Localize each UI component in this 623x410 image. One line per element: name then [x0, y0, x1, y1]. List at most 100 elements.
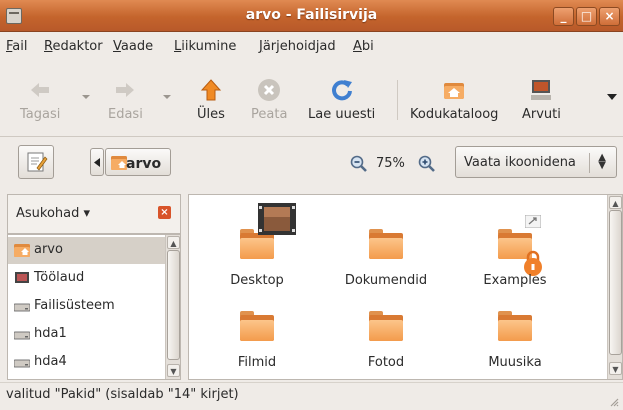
home-button[interactable]: Kodukataloog [410, 78, 498, 122]
close-button[interactable]: × [599, 7, 620, 26]
back-button[interactable]: Tagasi [20, 78, 60, 122]
arrow-up-icon [200, 79, 222, 101]
menu-bar: Fail Redaktor Vaade Liikumine Järjehoidj… [0, 33, 623, 60]
file-view-scrollbar[interactable]: ▲ ▼ [607, 195, 622, 379]
stop-icon [258, 79, 281, 101]
status-bar: valitud "Pakid" (sisaldab "14" kirjet) [0, 382, 623, 410]
file-item-fotod[interactable]: Fotod [326, 291, 446, 373]
place-label: hda1 [34, 326, 67, 341]
file-label: Examples [483, 273, 547, 288]
scroll-up-arrow[interactable]: ▲ [609, 196, 622, 209]
zoom-in-icon[interactable] [418, 155, 436, 173]
view-mode-value: Vaata ikoonidena [464, 155, 576, 170]
computer-button[interactable]: Arvuti [522, 78, 561, 122]
window-title: arvo - Failisirvija [245, 7, 378, 23]
menu-redaktor[interactable]: Redaktor [44, 39, 103, 54]
toolbar: Tagasi Edasi Üles Peata Lae uuesti Koduk… [0, 60, 623, 137]
reload-button[interactable]: Lae uuesti [308, 78, 375, 122]
file-item-dokumendid[interactable]: Dokumendid [326, 209, 446, 291]
file-item-examples[interactable]: Examples [455, 209, 575, 291]
back-history-caret[interactable] [82, 95, 90, 99]
file-label: Filmid [237, 355, 277, 370]
toolbar-separator [397, 80, 398, 120]
maximize-button[interactable]: □ [576, 7, 597, 26]
menu-liikumine[interactable]: Liikumine [174, 39, 236, 54]
overflow-chevron-icon[interactable] [607, 93, 617, 101]
resize-grip-icon[interactable] [607, 395, 619, 407]
side-pane-selector[interactable]: Asukohad ▾ [16, 206, 90, 221]
place-hda1[interactable]: hda1 [8, 321, 166, 348]
edit-location-icon [27, 152, 48, 172]
minimize-button[interactable]: _ [553, 7, 574, 26]
file-item-filmid[interactable]: Filmid [197, 291, 317, 373]
stop-button[interactable]: Peata [251, 78, 287, 122]
side-pane-close-button[interactable]: × [158, 206, 171, 219]
up-label: Üles [197, 107, 225, 122]
breadcrumb-label: arvo [126, 156, 162, 172]
home-folder-icon [444, 83, 465, 99]
reload-label: Lae uuesti [308, 107, 376, 122]
place-arvo[interactable]: arvo [8, 237, 166, 264]
file-label: Muusika [488, 355, 542, 370]
menu-vaade[interactable]: Vaade [113, 39, 153, 54]
file-label: Desktop [230, 273, 284, 288]
forward-button[interactable]: Edasi [108, 78, 143, 122]
file-item-desktop[interactable]: Desktop [197, 203, 317, 291]
file-item-muusika[interactable]: Muusika [455, 291, 575, 373]
folder-icon [240, 311, 274, 343]
link-emblem-icon [525, 215, 541, 228]
file-label: Fotod [367, 355, 405, 370]
places-scrollbar-thumb[interactable] [167, 250, 180, 360]
place-toolaud[interactable]: Töölaud [8, 265, 166, 292]
home-folder-icon [14, 244, 30, 257]
up-button[interactable]: Üles [197, 78, 225, 122]
forward-label: Edasi [108, 107, 143, 122]
back-label: Tagasi [20, 107, 61, 122]
places-scrollbar[interactable]: ▲ ▼ [165, 235, 180, 379]
arrow-right-icon [116, 83, 135, 97]
location-bar: arvo 75% Vaata ikoonidena ▲ ▼ [0, 138, 623, 190]
title-bar[interactable]: arvo - Failisirvija _ □ × [0, 0, 623, 32]
side-pane: Asukohad ▾ × arvo Töölaud Failisüsteem h… [7, 194, 181, 380]
toggle-location-entry-button[interactable] [18, 145, 54, 179]
computer-label: Arvuti [522, 107, 561, 122]
folder-icon [369, 311, 403, 343]
forward-history-caret[interactable] [163, 95, 171, 99]
place-label: Failisüsteem [34, 298, 115, 313]
desktop-icon [15, 272, 29, 283]
view-mode-select[interactable]: Vaata ikoonidena ▲ ▼ [455, 146, 617, 178]
scroll-up-arrow[interactable]: ▲ [167, 236, 180, 249]
menu-fail[interactable]: Fail [6, 39, 28, 54]
folder-icon [369, 229, 403, 261]
place-label: hda4 [34, 354, 67, 369]
menu-abi[interactable]: Abi [353, 39, 374, 54]
place-hda4[interactable]: hda4 [8, 349, 166, 376]
places-list: arvo Töölaud Failisüsteem hda1 hda4 ▲ ▼ [7, 234, 181, 380]
menu-jarjehoidjad[interactable]: Järjehoidjad [259, 39, 336, 54]
arrow-left-icon [31, 83, 50, 97]
home-label: Kodukataloog [410, 107, 499, 122]
drive-icon [14, 359, 30, 368]
file-label: Dokumendid [344, 273, 428, 288]
chevron-left-icon [94, 158, 100, 167]
scroll-down-arrow[interactable]: ▼ [167, 364, 180, 377]
video-thumbnail-emblem [258, 203, 296, 235]
drive-icon [14, 331, 30, 340]
place-label: Töölaud [34, 270, 85, 285]
breadcrumb-scroll-left-button[interactable] [90, 148, 104, 176]
scroll-down-arrow[interactable]: ▼ [609, 362, 622, 375]
place-failisusteem[interactable]: Failisüsteem [8, 293, 166, 320]
file-view-scrollbar-thumb[interactable] [609, 210, 622, 355]
computer-icon [531, 80, 552, 100]
zoom-level[interactable]: 75% [376, 156, 405, 171]
place-label: arvo [34, 242, 63, 257]
zoom-out-icon[interactable] [350, 155, 368, 173]
drive-icon [14, 303, 30, 312]
stop-label: Peata [251, 107, 288, 122]
file-icon-view[interactable]: Desktop Dokumendid Examples Filmid Fotod… [188, 194, 623, 380]
reload-icon [331, 80, 352, 101]
view-mode-divider [589, 153, 590, 173]
status-text: valitud "Pakid" (sisaldab "14" kirjet) [6, 387, 239, 402]
updown-arrows-icon: ▲ ▼ [598, 152, 606, 171]
folder-icon [498, 311, 532, 343]
